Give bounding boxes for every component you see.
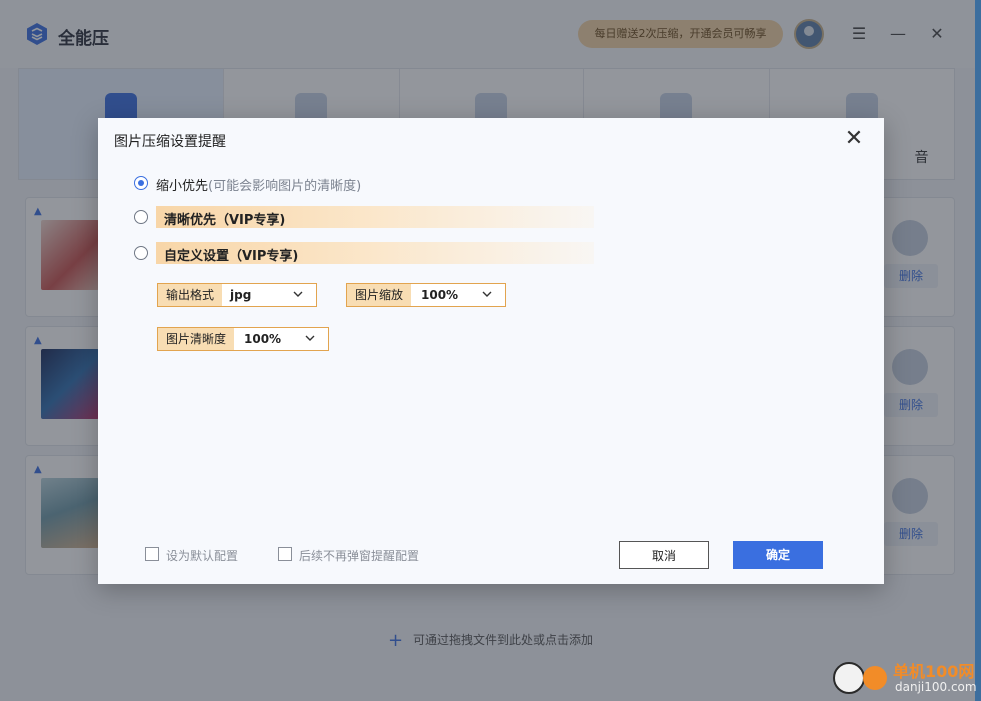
site-watermark: 单机100网 danji100.com bbox=[833, 658, 979, 698]
radio-size-first[interactable] bbox=[134, 176, 148, 190]
no-popup-label: 后续不再弹窗提醒配置 bbox=[299, 549, 420, 563]
set-default-checkbox[interactable]: 设为默认配置 bbox=[145, 546, 265, 564]
chevron-down-icon bbox=[482, 291, 492, 297]
set-default-label: 设为默认配置 bbox=[166, 549, 239, 563]
option-clarity-first-label: 清晰优先（VIP专享) bbox=[164, 213, 286, 228]
radio-clarity-first[interactable] bbox=[134, 210, 148, 224]
output-format-select[interactable]: 输出格式 jpg bbox=[157, 283, 317, 307]
image-clarity-label: 图片清晰度 bbox=[158, 328, 235, 350]
vip-highlight: 自定义设置（VIP专享) bbox=[156, 242, 594, 264]
vip-highlight: 清晰优先（VIP专享) bbox=[156, 206, 594, 228]
dialog-title: 图片压缩设置提醒 bbox=[114, 134, 226, 150]
option-size-first-label: 缩小优先 bbox=[156, 179, 209, 194]
checkbox-box[interactable] bbox=[278, 547, 292, 561]
chevron-down-icon bbox=[305, 335, 315, 341]
output-format-label: 输出格式 bbox=[158, 284, 223, 306]
option-size-first-hint: (可能会影响图片的清晰度) bbox=[208, 179, 362, 194]
image-scale-label: 图片缩放 bbox=[347, 284, 412, 306]
desktop-edge bbox=[975, 0, 981, 701]
image-scale-value: 100% bbox=[421, 288, 459, 302]
close-icon[interactable]: ✕ bbox=[843, 128, 865, 151]
compress-settings-dialog: 图片压缩设置提醒 ✕ 缩小优先(可能会影响图片的清晰度) 清晰优先（VIP专享)… bbox=[98, 118, 884, 584]
checkbox-box[interactable] bbox=[145, 547, 159, 561]
output-format-value: jpg bbox=[230, 288, 252, 302]
watermark-url: danji100.com bbox=[895, 680, 977, 694]
watermark-title: 单机100网 bbox=[893, 662, 975, 681]
option-clarity-first[interactable]: 清晰优先（VIP专享) bbox=[134, 206, 604, 228]
option-size-first[interactable]: 缩小优先(可能会影响图片的清晰度) bbox=[134, 172, 534, 194]
image-clarity-select[interactable]: 图片清晰度 100% bbox=[157, 327, 329, 351]
image-clarity-value: 100% bbox=[244, 332, 282, 346]
watermark-logo-icon bbox=[833, 662, 865, 694]
ok-button[interactable]: 确定 bbox=[733, 541, 823, 569]
option-custom[interactable]: 自定义设置（VIP专享) bbox=[134, 242, 604, 264]
radio-custom[interactable] bbox=[134, 246, 148, 260]
option-label: 缩小优先(可能会影响图片的清晰度) bbox=[156, 175, 361, 194]
chevron-down-icon bbox=[293, 291, 303, 297]
no-popup-checkbox[interactable]: 后续不再弹窗提醒配置 bbox=[278, 546, 448, 564]
cancel-button[interactable]: 取消 bbox=[619, 541, 709, 569]
option-custom-label: 自定义设置（VIP专享) bbox=[164, 249, 299, 264]
image-scale-select[interactable]: 图片缩放 100% bbox=[346, 283, 506, 307]
watermark-logo-dot-icon bbox=[863, 666, 887, 690]
